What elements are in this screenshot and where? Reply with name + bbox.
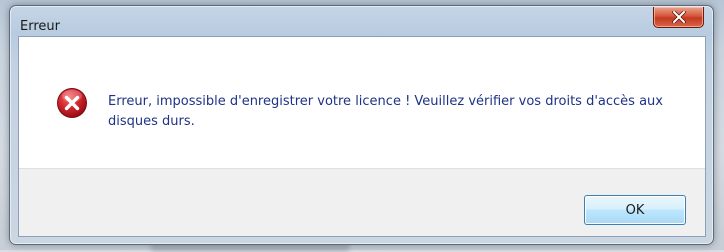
ok-button[interactable]: OK <box>584 195 686 225</box>
error-message: Erreur, impossible d'enregistrer votre l… <box>108 94 663 129</box>
message-area: Erreur, impossible d'enregistrer votre l… <box>19 37 705 168</box>
dialog-title: Erreur <box>20 19 60 34</box>
close-button[interactable] <box>653 7 704 28</box>
error-icon <box>57 88 87 118</box>
close-icon <box>671 11 686 23</box>
dialog-body: Erreur, impossible d'enregistrer votre l… <box>18 36 706 237</box>
dialog-footer: OK <box>19 168 705 236</box>
error-dialog: Erreur Erreur, impossible d'enregistrer … <box>9 5 714 245</box>
